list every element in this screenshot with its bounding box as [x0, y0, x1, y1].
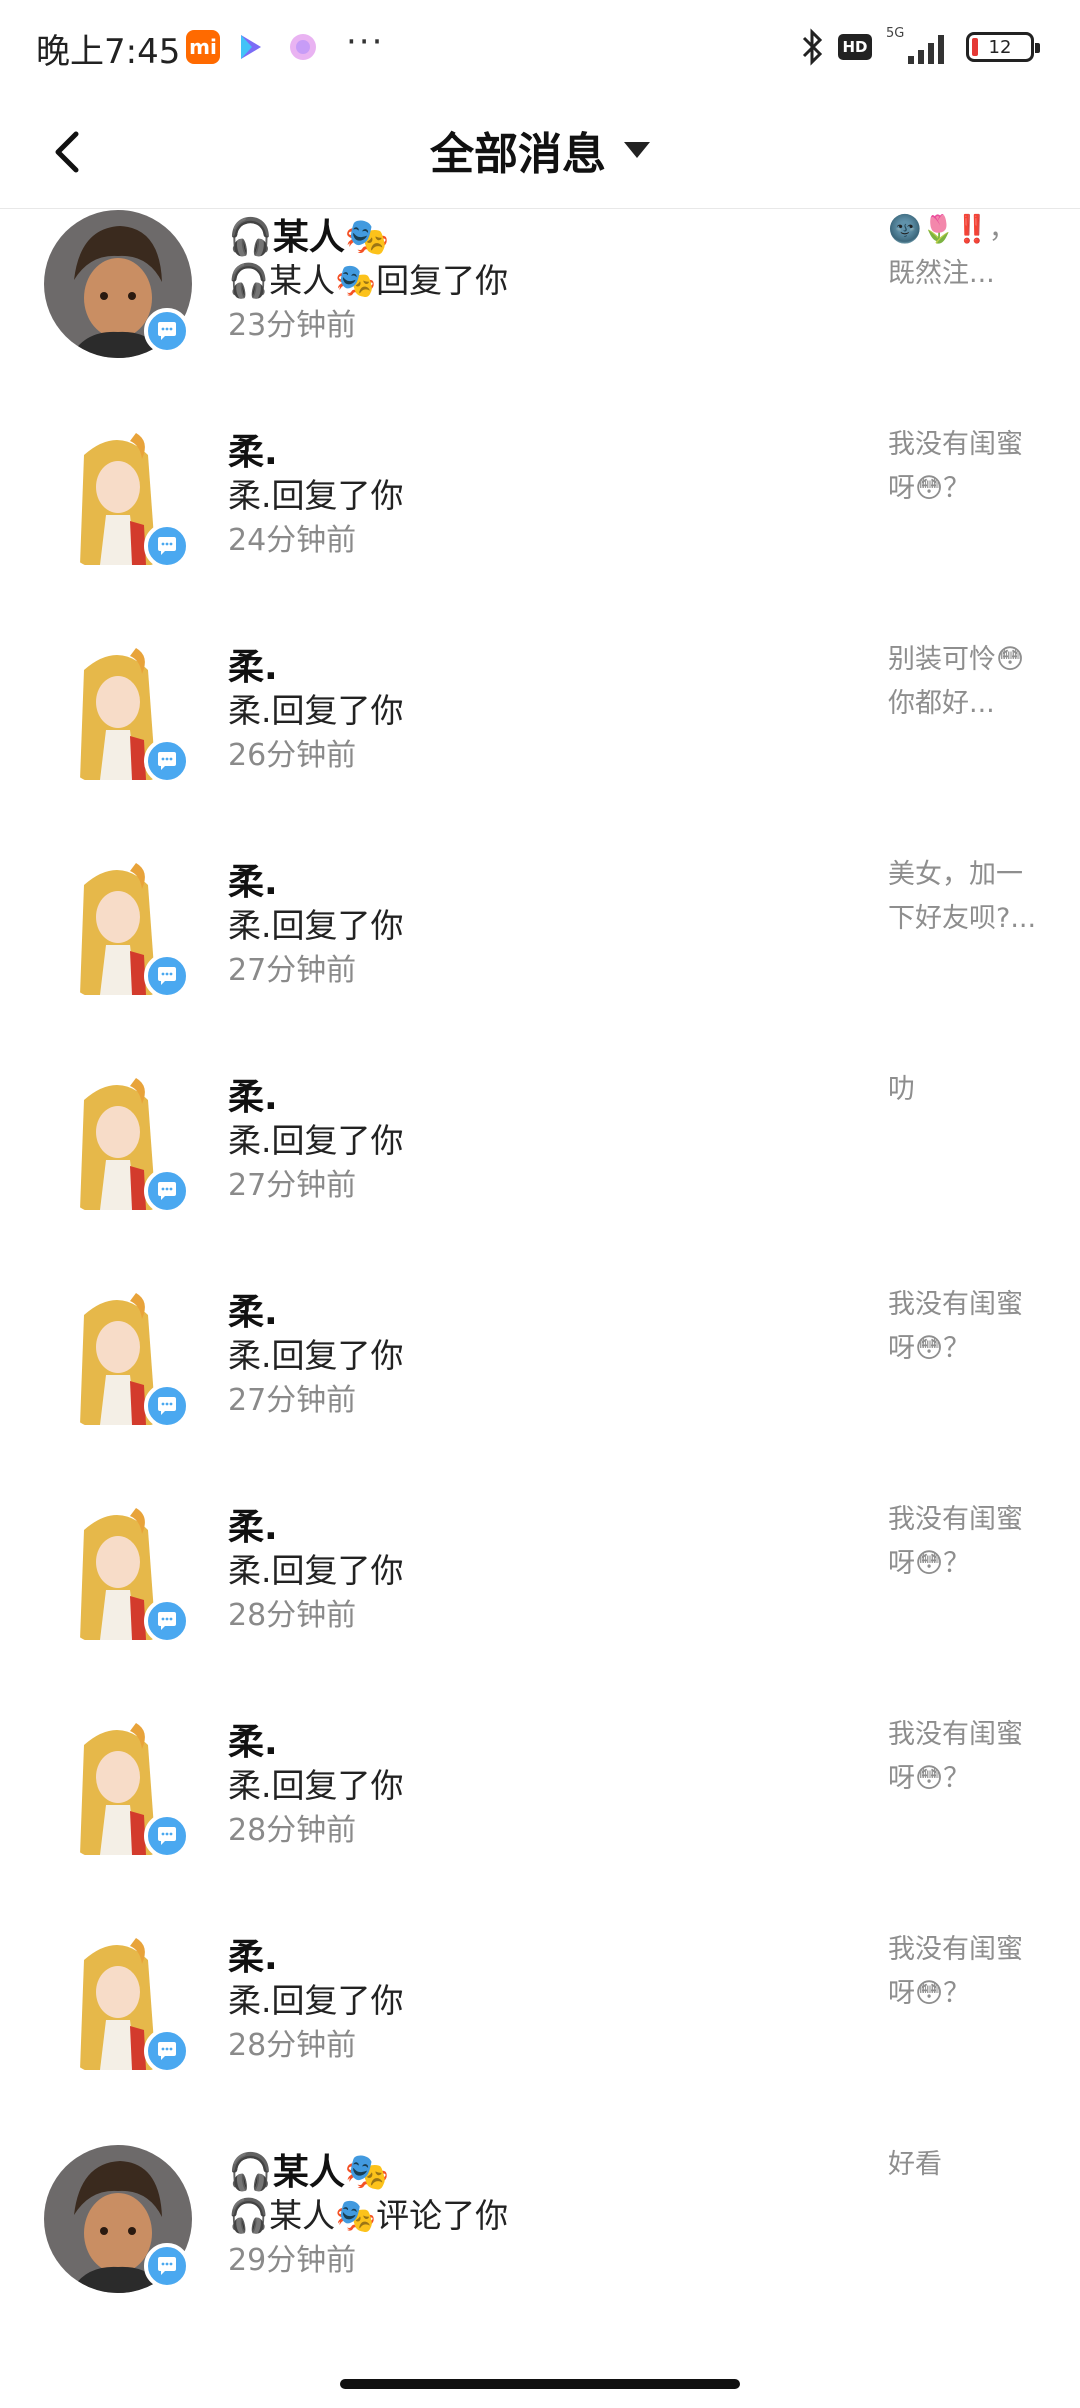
message-item[interactable]: 柔. 柔.回复了你 27分钟前 美女，加一下好友呗?...: [0, 853, 1080, 1068]
preview-line-1: 叻: [888, 1074, 915, 1105]
message-action: 柔.回复了你: [228, 691, 404, 730]
battery-icon: 12: [966, 32, 1040, 62]
message-filter-dropdown[interactable]: 全部消息: [0, 118, 1080, 182]
preview-line-1: 我没有闺蜜: [888, 1719, 1023, 1750]
caret-down-icon: [624, 142, 650, 158]
message-time: 27分钟前: [228, 953, 357, 988]
comment-badge-icon: [144, 738, 190, 784]
message-item[interactable]: 柔. 柔.回复了你 28分钟前 我没有闺蜜呀😳？: [0, 1498, 1080, 1713]
preview-line-2: 呀😳？: [888, 1548, 971, 1579]
sender-name[interactable]: 柔.: [228, 1283, 278, 1335]
preview-line-1: 我没有闺蜜: [888, 1289, 1023, 1320]
top-bar: 全部消息: [0, 96, 1080, 209]
preview-line-2: 呀😳？: [888, 1978, 971, 2009]
comment-badge-icon: [144, 1168, 190, 1214]
sender-name[interactable]: 柔.: [228, 423, 278, 475]
signal-icon: [908, 35, 944, 64]
content-preview[interactable]: 我没有闺蜜呀😳？: [888, 1713, 1048, 1801]
sender-name[interactable]: 柔.: [228, 1713, 278, 1765]
message-time: 24分钟前: [228, 523, 357, 558]
preview-line-1: 🌚🌷‼️，: [888, 214, 1016, 245]
preview-line-1: 我没有闺蜜: [888, 1934, 1023, 1965]
comment-badge-icon: [144, 2243, 190, 2289]
play-store-icon: [241, 35, 261, 59]
comment-badge-icon: [144, 308, 190, 354]
content-preview[interactable]: 叻: [888, 1068, 1048, 1112]
network-type: 5G: [886, 26, 905, 41]
sender-name[interactable]: 🎧某人🎭: [228, 2143, 390, 2195]
comment-badge-icon: [144, 523, 190, 569]
content-preview[interactable]: 我没有闺蜜呀😳？: [888, 1283, 1048, 1371]
comment-badge-icon: [144, 953, 190, 999]
message-item[interactable]: 柔. 柔.回复了你 28分钟前 我没有闺蜜呀😳？: [0, 1713, 1080, 1928]
message-item[interactable]: 柔. 柔.回复了你 28分钟前 我没有闺蜜呀😳？: [0, 1928, 1080, 2143]
message-time: 28分钟前: [228, 2028, 357, 2063]
message-list: 🎧某人🎭 🎧某人🎭回复了你 23分钟前 🌚🌷‼️， 既然注... 柔. 柔.回复了你 24分钟…: [0, 208, 1080, 2358]
message-time: 29分钟前: [228, 2243, 357, 2278]
battery-level: 12: [988, 36, 1012, 58]
content-preview[interactable]: 🌚🌷‼️， 既然注...: [888, 208, 1048, 296]
message-action: 柔.回复了你: [228, 1336, 404, 1375]
status-time: 晚上7:45: [36, 32, 181, 72]
message-time: 26分钟前: [228, 738, 357, 773]
message-item[interactable]: 柔. 柔.回复了你 26分钟前 别装可怜😳 你都好...: [0, 638, 1080, 853]
preview-line-2: 你都好...: [888, 688, 995, 719]
ai-app-icon: [290, 34, 316, 60]
content-preview[interactable]: 好看: [888, 2143, 1048, 2187]
sender-name[interactable]: 柔.: [228, 1068, 278, 1120]
preview-line-2: 既然注...: [888, 258, 995, 289]
preview-line-1: 我没有闺蜜: [888, 429, 1023, 460]
preview-line-2: 呀😳？: [888, 1763, 971, 1794]
message-action: 柔.回复了你: [228, 1981, 404, 2020]
content-preview[interactable]: 美女，加一下好友呗?...: [888, 853, 1048, 941]
page-title: 全部消息: [430, 129, 606, 180]
content-preview[interactable]: 别装可怜😳 你都好...: [888, 638, 1048, 726]
preview-line-1: 别装可怜😳: [888, 644, 1025, 675]
mi-app-icon: mi: [186, 30, 220, 64]
preview-line-1: 好看: [888, 2149, 942, 2180]
message-action: 柔.回复了你: [228, 1766, 404, 1805]
message-item[interactable]: 🎧某人🎭 🎧某人🎭回复了你 23分钟前 🌚🌷‼️， 既然注...: [0, 208, 1080, 423]
comment-badge-icon: [144, 1598, 190, 1644]
preview-line-2: 下好友呗?...: [888, 903, 1037, 934]
message-action: 柔.回复了你: [228, 1551, 404, 1590]
message-action: 🎧某人🎭评论了你: [228, 2196, 509, 2235]
message-item[interactable]: 柔. 柔.回复了你 27分钟前 叻: [0, 1068, 1080, 1283]
sender-name[interactable]: 柔.: [228, 638, 278, 690]
message-time: 27分钟前: [228, 1168, 357, 1203]
message-item[interactable]: 柔. 柔.回复了你 24分钟前 我没有闺蜜呀😳？: [0, 423, 1080, 638]
bluetooth-icon: [802, 28, 823, 66]
preview-line-1: 美女，加一: [888, 859, 1023, 890]
content-preview[interactable]: 我没有闺蜜呀😳？: [888, 1928, 1048, 2016]
preview-line-1: 我没有闺蜜: [888, 1504, 1023, 1535]
message-time: 28分钟前: [228, 1598, 357, 1633]
content-preview[interactable]: 我没有闺蜜呀😳？: [888, 423, 1048, 511]
preview-line-2: 呀😳？: [888, 1333, 971, 1364]
content-preview[interactable]: 我没有闺蜜呀😳？: [888, 1498, 1048, 1586]
comment-badge-icon: [144, 1813, 190, 1859]
message-time: 23分钟前: [228, 308, 357, 343]
hd-icon: HD: [838, 34, 872, 60]
sender-name[interactable]: 柔.: [228, 1498, 278, 1550]
sender-name[interactable]: 🎧某人🎭: [228, 208, 390, 260]
preview-line-2: 呀😳？: [888, 473, 971, 504]
message-time: 27分钟前: [228, 1383, 357, 1418]
comment-badge-icon: [144, 2028, 190, 2074]
more-notifications-icon: ···: [346, 22, 385, 62]
status-bar: 晚上7:45 mi ··· HD 5G 12: [0, 0, 1080, 96]
message-item[interactable]: 柔. 柔.回复了你 27分钟前 我没有闺蜜呀😳？: [0, 1283, 1080, 1498]
message-action: 柔.回复了你: [228, 476, 404, 515]
message-action: 柔.回复了你: [228, 906, 404, 945]
message-action: 柔.回复了你: [228, 1121, 404, 1160]
comment-badge-icon: [144, 1383, 190, 1429]
message-action: 🎧某人🎭回复了你: [228, 261, 509, 300]
sender-name[interactable]: 柔.: [228, 1928, 278, 1980]
home-indicator[interactable]: [340, 2379, 740, 2389]
sender-name[interactable]: 柔.: [228, 853, 278, 905]
message-time: 28分钟前: [228, 1813, 357, 1848]
message-item[interactable]: 🎧某人🎭 🎧某人🎭评论了你 29分钟前 好看: [0, 2143, 1080, 2358]
